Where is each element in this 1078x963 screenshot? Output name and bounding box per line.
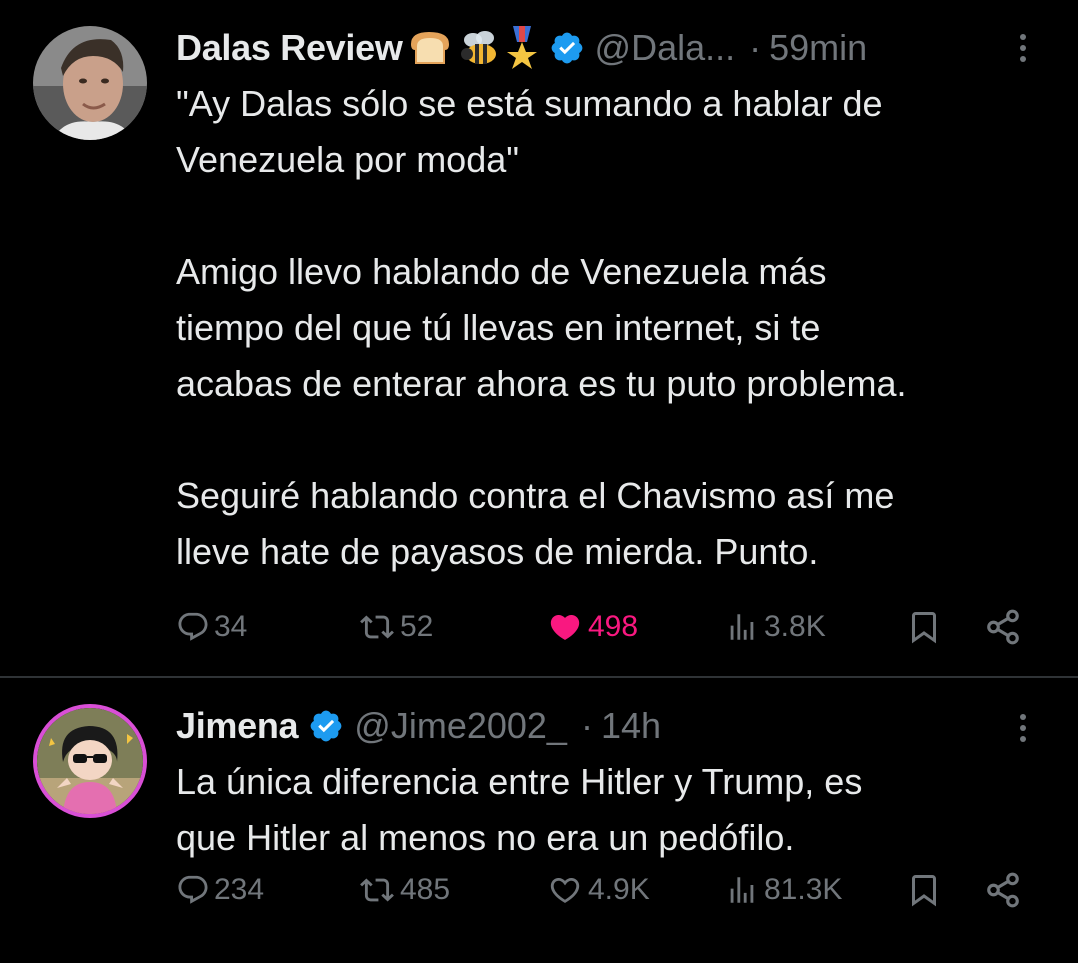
views-button[interactable]: 3.8K [724,602,826,652]
heart-outline-icon [550,877,580,903]
like-count: 4.9K [588,873,650,906]
more-options-icon[interactable] [1008,708,1038,748]
tweet[interactable]: Dalas Review @Dala... · 59min "Ay Dalas … [0,0,1078,676]
tweet-line: "Ay Dalas sólo se está sumando a hablar … [176,83,883,124]
timestamp[interactable]: 59min [769,27,867,69]
like-count: 498 [588,610,639,643]
reply-count: 34 [214,610,248,643]
reply-count: 234 [214,873,265,906]
view-count: 81.3K [764,873,843,906]
bookmark-icon [912,612,936,644]
bookmark-button[interactable] [906,865,942,915]
share-icon [987,609,1019,645]
author-handle[interactable]: @Dala... [595,27,736,69]
reply-button[interactable]: 34 [176,602,247,652]
tweet-line: Amigo llevo hablando de Venezuela más [176,251,827,292]
views-icon [730,614,754,640]
like-button[interactable]: 498 [546,602,638,652]
bread-icon [407,28,453,68]
author-name[interactable]: Dalas Review [176,27,403,69]
more-options-icon[interactable] [1008,28,1038,68]
avatar[interactable] [33,26,147,140]
retweet-button[interactable]: 52 [358,602,433,652]
share-button[interactable] [984,602,1022,652]
tweet-line: que Hitler al menos no era un pedófilo. [176,817,795,858]
verified-badge-icon[interactable] [308,708,344,744]
tweet-line: tiempo del que tú llevas en internet, si… [176,307,821,348]
action-bar: 234 485 4.9K 81.3K [176,865,1036,915]
author-name[interactable]: Jimena [176,705,299,747]
tweet-line: Seguiré hablando contra el Chavismo así … [176,475,895,516]
bookmark-icon [912,875,936,907]
tweet-line: Venezuela por moda" [176,139,520,180]
author-handle[interactable]: @Jime2002_ [354,705,567,747]
bee-icon [457,28,501,68]
retweet-icon [360,615,394,639]
timestamp[interactable]: 14h [601,705,661,747]
share-icon [987,872,1019,908]
share-button[interactable] [984,865,1022,915]
tweet-line: La única diferencia entre Hitler y Trump… [176,761,863,802]
heart-filled-icon [550,614,580,640]
reply-icon [178,875,208,904]
tweet-text: "Ay Dalas sólo se está sumando a hablar … [176,76,1056,580]
views-button[interactable]: 81.3K [724,865,842,915]
action-bar: 34 52 498 3.8K [176,602,1036,652]
like-button[interactable]: 4.9K [546,865,650,915]
avatar[interactable] [33,704,147,818]
tweet-header: Jimena @Jime2002_ · 14h [176,700,661,752]
medal-icon [505,26,539,70]
tweet-header: Dalas Review @Dala... · 59min [176,22,867,74]
tweet[interactable]: Jimena @Jime2002_ · 14h La única diferen… [0,678,1078,963]
separator-dot: · [580,705,593,746]
reply-icon [178,612,208,641]
retweet-button[interactable]: 485 [358,865,450,915]
reply-button[interactable]: 234 [176,865,264,915]
tweet-line: acabas de enterar ahora es tu puto probl… [176,363,907,404]
tweet-text: La única diferencia entre Hitler y Trump… [176,754,1056,866]
tweet-line: lleve hate de payasos de mierda. Punto. [176,531,819,572]
view-count: 3.8K [764,610,826,643]
retweet-count: 485 [400,873,451,906]
verified-badge-icon[interactable] [549,30,585,66]
retweet-icon [360,878,394,902]
bookmark-button[interactable] [906,602,942,652]
views-icon [730,877,754,903]
retweet-count: 52 [400,610,434,643]
separator-dot: · [749,27,762,68]
